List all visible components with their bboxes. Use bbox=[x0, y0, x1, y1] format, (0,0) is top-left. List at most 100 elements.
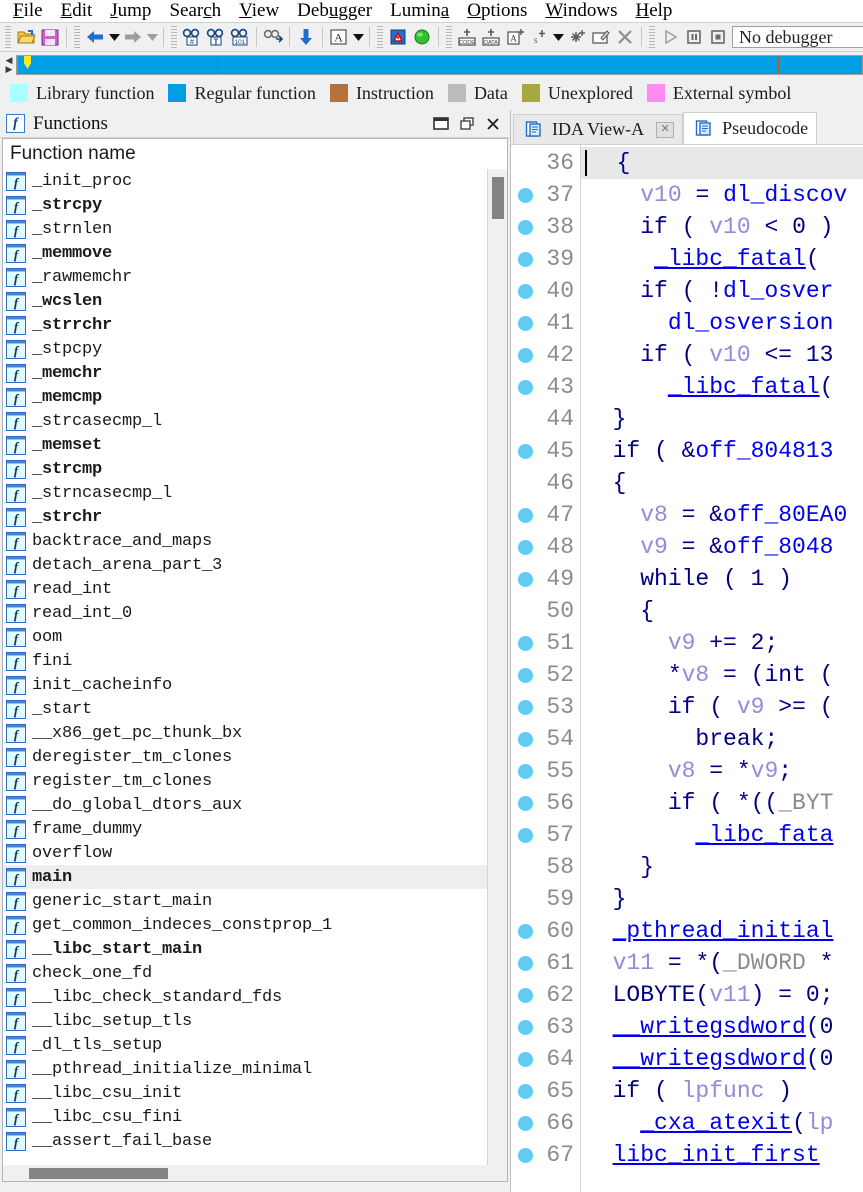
breakpoint-marker-icon[interactable] bbox=[518, 1116, 533, 1131]
function-list-item[interactable]: f__libc_check_standard_fds bbox=[3, 985, 487, 1009]
functions-list[interactable]: f_init_procf_strcpyf_strnlenf_memmovef_r… bbox=[3, 169, 487, 1165]
toolbar-grip-3[interactable] bbox=[171, 26, 177, 48]
pseudocode-code-area[interactable]: { v10 = dl_discov if ( v10 < 0 ) _libc_f… bbox=[581, 145, 863, 1192]
function-list-item[interactable]: fcheck_one_fd bbox=[3, 961, 487, 985]
code-line[interactable]: if ( v10 < 0 ) bbox=[581, 211, 863, 243]
breakpoint-marker-icon[interactable] bbox=[518, 316, 533, 331]
function-list-item[interactable]: f_strrchr bbox=[3, 313, 487, 337]
function-list-item[interactable]: f_memcmp bbox=[3, 385, 487, 409]
menu-item-jump[interactable]: Jump bbox=[101, 0, 160, 22]
function-list-item[interactable]: f_strncasecmp_l bbox=[3, 481, 487, 505]
functions-hscroll-thumb[interactable] bbox=[29, 1168, 168, 1179]
breakpoint-marker-icon[interactable] bbox=[518, 572, 533, 587]
breakpoint-marker-icon[interactable] bbox=[518, 1020, 533, 1035]
functions-vertical-scrollbar[interactable] bbox=[487, 169, 507, 1165]
code-line[interactable]: _cxa_atexit(lp bbox=[581, 1107, 863, 1139]
function-list-item[interactable]: f_wcslen bbox=[3, 289, 487, 313]
code-line[interactable]: v8 = *v9; bbox=[581, 755, 863, 787]
code-line[interactable]: while ( 1 ) bbox=[581, 563, 863, 595]
code-line[interactable]: if ( !dl_osver bbox=[581, 275, 863, 307]
function-list-item[interactable]: f_dl_tls_setup bbox=[3, 1033, 487, 1057]
breakpoint-marker-icon[interactable] bbox=[518, 764, 533, 779]
function-list-item[interactable]: f_stpcpy bbox=[3, 337, 487, 361]
status-ok-icon[interactable] bbox=[410, 25, 434, 49]
struct-dropdown-icon[interactable] bbox=[551, 25, 565, 49]
tab-pseudocode[interactable]: Pseudocode bbox=[683, 112, 817, 144]
function-list-item[interactable]: f__libc_start_main bbox=[3, 937, 487, 961]
function-list-item[interactable]: f_strnlen bbox=[3, 217, 487, 241]
function-list-item[interactable]: f_strcasecmp_l bbox=[3, 409, 487, 433]
function-list-item[interactable]: f__do_global_dtors_aux bbox=[3, 793, 487, 817]
menu-item-lumina[interactable]: Lumina bbox=[381, 0, 458, 22]
functions-vscroll-thumb[interactable] bbox=[492, 177, 504, 219]
breakpoint-marker-icon[interactable] bbox=[518, 1148, 533, 1163]
undefine-icon[interactable] bbox=[565, 25, 589, 49]
warnings-icon[interactable] bbox=[386, 25, 410, 49]
code-line[interactable]: } bbox=[581, 883, 863, 915]
search-num-icon[interactable]: 101 bbox=[228, 25, 252, 49]
code-line[interactable]: libc_init_first bbox=[581, 1139, 863, 1171]
pause-icon[interactable] bbox=[682, 25, 706, 49]
function-list-item[interactable]: fmain bbox=[3, 865, 487, 889]
function-list-item[interactable]: f_start bbox=[3, 697, 487, 721]
back-arrow-icon[interactable] bbox=[83, 25, 107, 49]
forward-dropdown-icon[interactable] bbox=[145, 25, 159, 49]
function-list-item[interactable]: fgeneric_start_main bbox=[3, 889, 487, 913]
breakpoint-marker-icon[interactable] bbox=[518, 252, 533, 267]
breakpoint-marker-icon[interactable] bbox=[518, 1052, 533, 1067]
binary-search-icon[interactable] bbox=[261, 25, 285, 49]
jump-down-icon[interactable] bbox=[294, 25, 318, 49]
delete-icon[interactable] bbox=[613, 25, 637, 49]
function-list-item[interactable]: f__libc_setup_tls bbox=[3, 1009, 487, 1033]
function-list-item[interactable]: f_strcpy bbox=[3, 193, 487, 217]
make-code-icon[interactable]: CODE bbox=[455, 25, 479, 49]
menu-item-help[interactable]: Help bbox=[626, 0, 681, 22]
code-line[interactable]: v8 = &off_80EA0 bbox=[581, 499, 863, 531]
breakpoint-marker-icon[interactable] bbox=[518, 668, 533, 683]
breakpoint-marker-icon[interactable] bbox=[518, 348, 533, 363]
function-list-item[interactable]: f_memset bbox=[3, 433, 487, 457]
code-line[interactable]: _libc_fatal( bbox=[581, 243, 863, 275]
function-list-item[interactable]: finit_cacheinfo bbox=[3, 673, 487, 697]
function-list-item[interactable]: f_rawmemchr bbox=[3, 265, 487, 289]
code-line[interactable]: *v8 = (int ( bbox=[581, 659, 863, 691]
make-struct-icon[interactable]: s bbox=[527, 25, 551, 49]
open-file-icon[interactable] bbox=[14, 25, 38, 49]
code-line[interactable]: { bbox=[581, 595, 863, 627]
function-list-item[interactable]: ffini bbox=[3, 649, 487, 673]
pseudocode-view[interactable]: 3637383940414243444546474849505152535455… bbox=[511, 144, 863, 1192]
breakpoint-marker-icon[interactable] bbox=[518, 380, 533, 395]
navigator-scroll-arrows[interactable]: ◀ ▶ bbox=[2, 53, 16, 77]
breakpoint-marker-icon[interactable] bbox=[518, 444, 533, 459]
function-list-item[interactable]: f__assert_fail_base bbox=[3, 1129, 487, 1153]
breakpoint-marker-icon[interactable] bbox=[518, 828, 533, 843]
function-list-item[interactable]: f__libc_csu_fini bbox=[3, 1105, 487, 1129]
breakpoint-marker-icon[interactable] bbox=[518, 220, 533, 235]
menu-item-view[interactable]: View bbox=[230, 0, 288, 22]
code-line[interactable]: if ( lpfunc ) bbox=[581, 1075, 863, 1107]
code-line[interactable]: if ( &off_804813 bbox=[581, 435, 863, 467]
code-line[interactable]: __writegsdword(0 bbox=[581, 1011, 863, 1043]
run-icon[interactable] bbox=[658, 25, 682, 49]
toolbar-grip[interactable] bbox=[5, 26, 11, 48]
restore-button[interactable] bbox=[454, 113, 480, 135]
function-list-item[interactable]: f_strcmp bbox=[3, 457, 487, 481]
code-line[interactable]: dl_osversion bbox=[581, 307, 863, 339]
code-line[interactable]: { bbox=[581, 147, 863, 179]
menu-item-file[interactable]: File bbox=[4, 0, 52, 22]
function-list-item[interactable]: fregister_tm_clones bbox=[3, 769, 487, 793]
code-line[interactable]: LOBYTE(v11) = 0; bbox=[581, 979, 863, 1011]
functions-column-header[interactable]: Function name bbox=[3, 139, 507, 169]
breakpoint-marker-icon[interactable] bbox=[518, 988, 533, 1003]
breakpoint-marker-icon[interactable] bbox=[518, 796, 533, 811]
function-list-item[interactable]: f__pthread_initialize_minimal bbox=[3, 1057, 487, 1081]
toolbar-grip-2[interactable] bbox=[74, 26, 80, 48]
function-list-item[interactable]: fread_int bbox=[3, 577, 487, 601]
tab-ida-view-a[interactable]: IDA View-A✕ bbox=[513, 114, 683, 144]
functions-horizontal-scrollbar[interactable] bbox=[2, 1165, 508, 1182]
make-data-icon[interactable]: DATA bbox=[479, 25, 503, 49]
debugger-selector[interactable]: No debugger bbox=[732, 26, 863, 48]
maximize-button[interactable] bbox=[428, 113, 454, 135]
breakpoint-marker-icon[interactable] bbox=[518, 636, 533, 651]
search-text-icon[interactable]: T bbox=[204, 25, 228, 49]
